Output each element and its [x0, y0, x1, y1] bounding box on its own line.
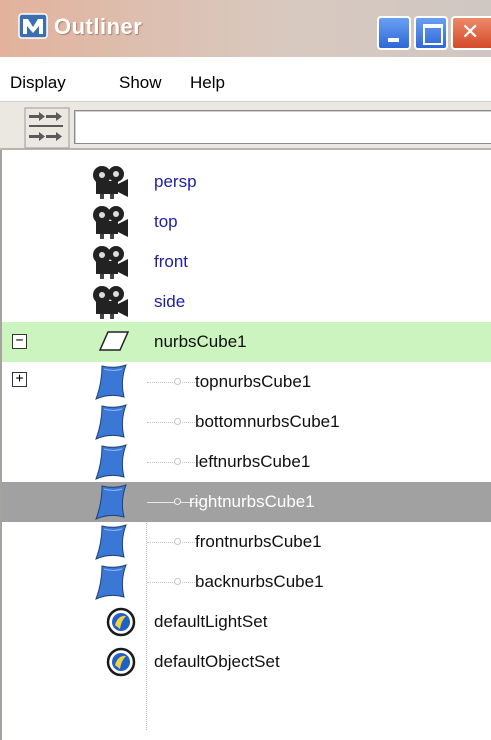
filter-input[interactable] — [74, 110, 491, 144]
tree-item-label: leftnurbsCube1 — [195, 452, 311, 471]
minimize-button[interactable] — [377, 16, 411, 50]
tree-item-label: defaultLightSet — [154, 612, 268, 631]
tree-item-bottomnurbsCube1[interactable]: bottomnurbsCube1 — [2, 402, 491, 442]
camera-icon — [93, 246, 128, 279]
tree-item-label: frontnurbsCube1 — [195, 532, 322, 551]
tree-item-frontnurbsCube1[interactable]: frontnurbsCube1 — [2, 522, 491, 562]
maximize-button[interactable] — [414, 16, 448, 50]
tree-node-dot — [174, 498, 181, 505]
menu-show[interactable]: Show — [119, 73, 162, 93]
filter-icon[interactable] — [24, 107, 70, 149]
menu-help[interactable]: Help — [190, 73, 225, 93]
close-button[interactable] — [451, 16, 491, 50]
nurbs-surface-icon — [95, 564, 127, 600]
tree-item-defaultObjectSet[interactable]: defaultObjectSet — [2, 642, 491, 682]
tree-item-rightnurbsCube1[interactable]: rightnurbsCube1 — [2, 482, 491, 522]
menu-bar: Display Show Help — [0, 57, 491, 102]
maya-logo-icon — [18, 13, 48, 39]
nurbs-surface-icon — [95, 524, 127, 560]
tree-connector — [147, 582, 199, 583]
tree-item-persp[interactable]: persp — [2, 162, 491, 202]
tree-item-label: side — [154, 292, 186, 311]
tree-node-dot — [174, 418, 181, 425]
tree-node-dot — [174, 538, 181, 545]
tree-item-leftnurbsCube1[interactable]: leftnurbsCube1 — [2, 442, 491, 482]
tree-item-nurbsCube1[interactable]: − nurbsCube1 — [2, 322, 491, 362]
tree-connector — [147, 542, 199, 543]
tree-node-dot — [174, 378, 181, 385]
nurbs-surface-icon — [95, 404, 127, 440]
tree-item-label: front — [154, 252, 189, 271]
set-icon — [106, 647, 136, 677]
set-icon — [106, 607, 136, 637]
tree-node-dot — [174, 458, 181, 465]
nurbs-surface-icon — [95, 444, 127, 480]
expand-toggle[interactable]: + — [12, 372, 27, 387]
tree-connector — [147, 422, 199, 423]
filter-bar — [0, 102, 491, 150]
tree-item-label: persp — [154, 172, 197, 191]
tree-item-front[interactable]: front — [2, 242, 491, 282]
tree-item-top[interactable]: top — [2, 202, 491, 242]
tree-item-label: bottomnurbsCube1 — [195, 412, 340, 431]
nurbs-surface-icon — [95, 484, 127, 520]
tree-item-label: top — [154, 212, 178, 231]
nurbs-surface-icon — [95, 364, 127, 400]
tree-item-side[interactable]: side — [2, 282, 491, 322]
window-title: Outliner — [54, 14, 143, 39]
tree-item-label: topnurbsCube1 — [195, 372, 312, 391]
collapse-toggle[interactable]: − — [12, 334, 27, 349]
camera-icon — [93, 286, 128, 319]
tree-node-dot — [174, 578, 181, 585]
tree-item-backnurbsCube1[interactable]: backnurbsCube1 — [2, 562, 491, 602]
tree-item-label: defaultObjectSet — [154, 652, 280, 671]
tree-item-label: nurbsCube1 — [154, 332, 247, 351]
camera-icon — [93, 206, 128, 239]
title-bar[interactable]: Outliner — [0, 0, 491, 57]
tree-connector — [147, 462, 199, 463]
transform-icon — [98, 331, 130, 351]
tree-item-defaultLightSet[interactable]: defaultLightSet — [2, 602, 491, 642]
camera-icon — [93, 166, 128, 199]
tree-connector — [147, 382, 199, 383]
menu-display[interactable]: Display — [10, 73, 66, 93]
tree-item-label: rightnurbsCube1 — [189, 492, 315, 511]
tree-item-topnurbsCube1[interactable]: + topnurbsCube1 — [2, 362, 491, 402]
outliner-tree: persp top front side − nurbsCube1 + topn… — [0, 150, 491, 740]
tree-item-label: backnurbsCube1 — [195, 572, 324, 591]
